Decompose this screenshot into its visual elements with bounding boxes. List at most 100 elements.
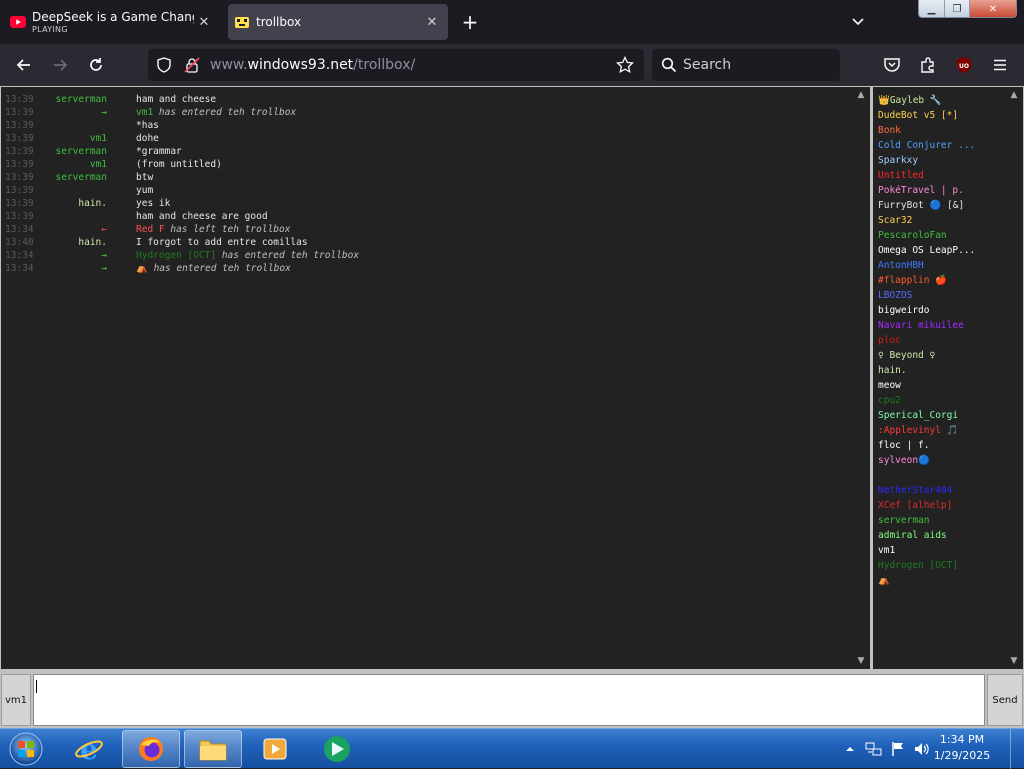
user-list-item[interactable]: meow — [878, 378, 973, 393]
user-list-item[interactable]: ⛺ — [878, 573, 973, 588]
insecure-lock-icon[interactable] — [184, 57, 200, 77]
user-list-item[interactable]: Hydrogen [OCT] — [878, 558, 973, 573]
user-list-item[interactable]: AntonHBH — [878, 258, 973, 273]
user-list-item[interactable]: ♀ Beyond ♀ — [878, 348, 973, 363]
extensions-icon[interactable] — [916, 53, 940, 77]
search-bar[interactable]: Search — [652, 49, 840, 81]
message-text: (from untitled) — [136, 159, 222, 170]
user-list-item[interactable]: 👑Gayleb 🔧 — [878, 93, 973, 108]
system-message-user[interactable]: vm1 — [136, 107, 153, 118]
message-text: I forgot to add entre comillas — [136, 237, 308, 248]
user-list-item[interactable]: NetherStar404 — [878, 483, 973, 498]
user-list-item[interactable] — [878, 468, 973, 483]
start-button[interactable] — [6, 730, 46, 768]
join-leave-arrow[interactable]: → — [101, 249, 107, 262]
user-list-item[interactable]: Bonk — [878, 123, 973, 138]
bookmark-star-icon[interactable] — [616, 55, 634, 78]
user-list-item[interactable]: Sperical_Corgi — [878, 408, 973, 423]
scroll-down-icon[interactable]: ▼ — [1007, 655, 1021, 667]
user-list-item[interactable]: hain. — [878, 363, 973, 378]
user-list-item[interactable]: FurryBot 🔵 [&] — [878, 198, 973, 213]
user-list[interactable]: ▲ ▼ 👑Gayleb 🔧 DudeBot v5 [*] Bonk Cold Conj… — [873, 87, 1023, 669]
address-bar[interactable]: www.windows93.net/trollbox/ — [148, 49, 644, 81]
user-list-item[interactable]: bigweirdo — [878, 303, 973, 318]
join-leave-arrow[interactable]: ← — [101, 223, 107, 236]
user-list-item[interactable]: DudeBot v5 [*] — [878, 108, 973, 123]
message-nickname[interactable]: hain. — [78, 236, 107, 249]
scroll-up-icon[interactable]: ▲ — [854, 89, 868, 101]
volume-icon[interactable] — [912, 733, 932, 765]
reload-icon[interactable] — [84, 53, 108, 77]
chat-message: 13:39 ham and cheese are good — [1, 210, 851, 223]
message-nickname[interactable]: vm1 — [90, 158, 107, 171]
message-text: ham and cheese — [136, 94, 217, 105]
chat-log[interactable]: ▲ ▼ 13:39 serverman ham and cheese 13:39 → vm… — [1, 87, 870, 669]
sites-app-icon[interactable] — [308, 730, 366, 768]
pocket-icon[interactable] — [880, 53, 904, 77]
tab-trollbox[interactable]: trollbox ✕ — [228, 4, 448, 40]
forward-icon[interactable] — [48, 53, 72, 77]
user-list-item[interactable]: PokéTravel | p. — [878, 183, 973, 198]
window-close-icon[interactable]: ✕ — [970, 0, 1016, 17]
user-list-item[interactable]: Omega OS LeapP... — [878, 243, 973, 258]
message-text: *grammar — [136, 146, 182, 157]
new-tab-icon[interactable]: + — [458, 10, 482, 34]
system-message-user[interactable]: Red F — [136, 224, 165, 235]
system-message-text: has left teh trollbox — [170, 224, 291, 235]
ublock-origin-icon[interactable]: UO — [952, 53, 976, 77]
user-list-item[interactable]: #flapplin 🍎 — [878, 273, 973, 288]
file-explorer-icon[interactable] — [184, 730, 242, 768]
scroll-up-icon[interactable]: ▲ — [1007, 89, 1021, 101]
user-list-item[interactable]: sylveon🔵 — [878, 453, 973, 468]
url-text[interactable]: www.windows93.net/trollbox/ — [210, 57, 415, 73]
user-list-item[interactable]: Untitled — [878, 168, 973, 183]
scroll-down-icon[interactable]: ▼ — [854, 655, 868, 667]
message-text: ham and cheese are good — [136, 211, 268, 222]
system-message-user[interactable]: ⛺ — [136, 263, 148, 274]
firefox-icon[interactable] — [122, 730, 180, 768]
join-leave-arrow[interactable]: → — [101, 106, 107, 119]
send-button[interactable]: Send — [987, 674, 1023, 726]
action-center-flag-icon[interactable] — [888, 733, 908, 765]
user-list-item[interactable]: admiral aids — [878, 528, 973, 543]
restore-icon[interactable]: ❐ — [945, 0, 970, 17]
user-list-item[interactable]: Scar32 — [878, 213, 973, 228]
user-list-item[interactable]: vm1 — [878, 543, 973, 558]
tracking-protection-icon[interactable] — [156, 57, 172, 77]
user-list-item[interactable]: Sparkxy — [878, 153, 973, 168]
user-list-item[interactable]: Navari mikuilee — [878, 318, 973, 333]
list-all-tabs-icon[interactable] — [846, 10, 870, 34]
tab-deepseek-video[interactable]: DeepSeek is a Game Changer fo PLAYING ✕ — [4, 4, 220, 40]
text-caret — [36, 680, 37, 693]
menu-icon[interactable] — [988, 53, 1012, 77]
message-nickname[interactable]: vm1 — [90, 132, 107, 145]
user-list-item[interactable]: XCef [alhelp] — [878, 498, 973, 513]
back-icon[interactable] — [12, 53, 36, 77]
message-nickname[interactable]: serverman — [56, 171, 107, 184]
user-list-item[interactable]: :Applevinyl 🎵 — [878, 423, 973, 438]
user-list-item[interactable]: LBOZOS — [878, 288, 973, 303]
show-hidden-icons-icon[interactable] — [842, 733, 858, 765]
minimize-icon[interactable]: ▁ — [919, 0, 945, 17]
system-message-user[interactable]: Hydrogen [OCT] — [136, 250, 216, 261]
tab-close-icon[interactable]: ✕ — [194, 12, 214, 32]
message-nickname[interactable]: serverman — [56, 93, 107, 106]
internet-explorer-icon[interactable]: e — [60, 730, 118, 768]
join-leave-arrow[interactable]: → — [101, 262, 107, 275]
message-timestamp: 13:39 — [5, 172, 34, 183]
chat-message-input[interactable] — [33, 674, 985, 726]
user-list-item[interactable]: Cold Conjurer ... — [878, 138, 973, 153]
message-nickname[interactable]: hain. — [78, 197, 107, 210]
taskbar-clock[interactable]: 1:34 PM 1/29/2025 — [930, 732, 994, 764]
tab-close-icon[interactable]: ✕ — [422, 12, 442, 32]
media-player-icon[interactable] — [246, 730, 304, 768]
user-list-item[interactable]: cpu2 — [878, 393, 973, 408]
nickname-button[interactable]: vm1 — [1, 674, 31, 726]
network-icon[interactable] — [864, 733, 884, 765]
user-list-item[interactable]: floc | f. — [878, 438, 973, 453]
user-list-item[interactable]: PescaroloFan — [878, 228, 973, 243]
user-list-item[interactable]: ploc — [878, 333, 973, 348]
user-list-item[interactable]: serverman — [878, 513, 973, 528]
show-desktop-button[interactable] — [1010, 729, 1024, 769]
message-nickname[interactable]: serverman — [56, 145, 107, 158]
